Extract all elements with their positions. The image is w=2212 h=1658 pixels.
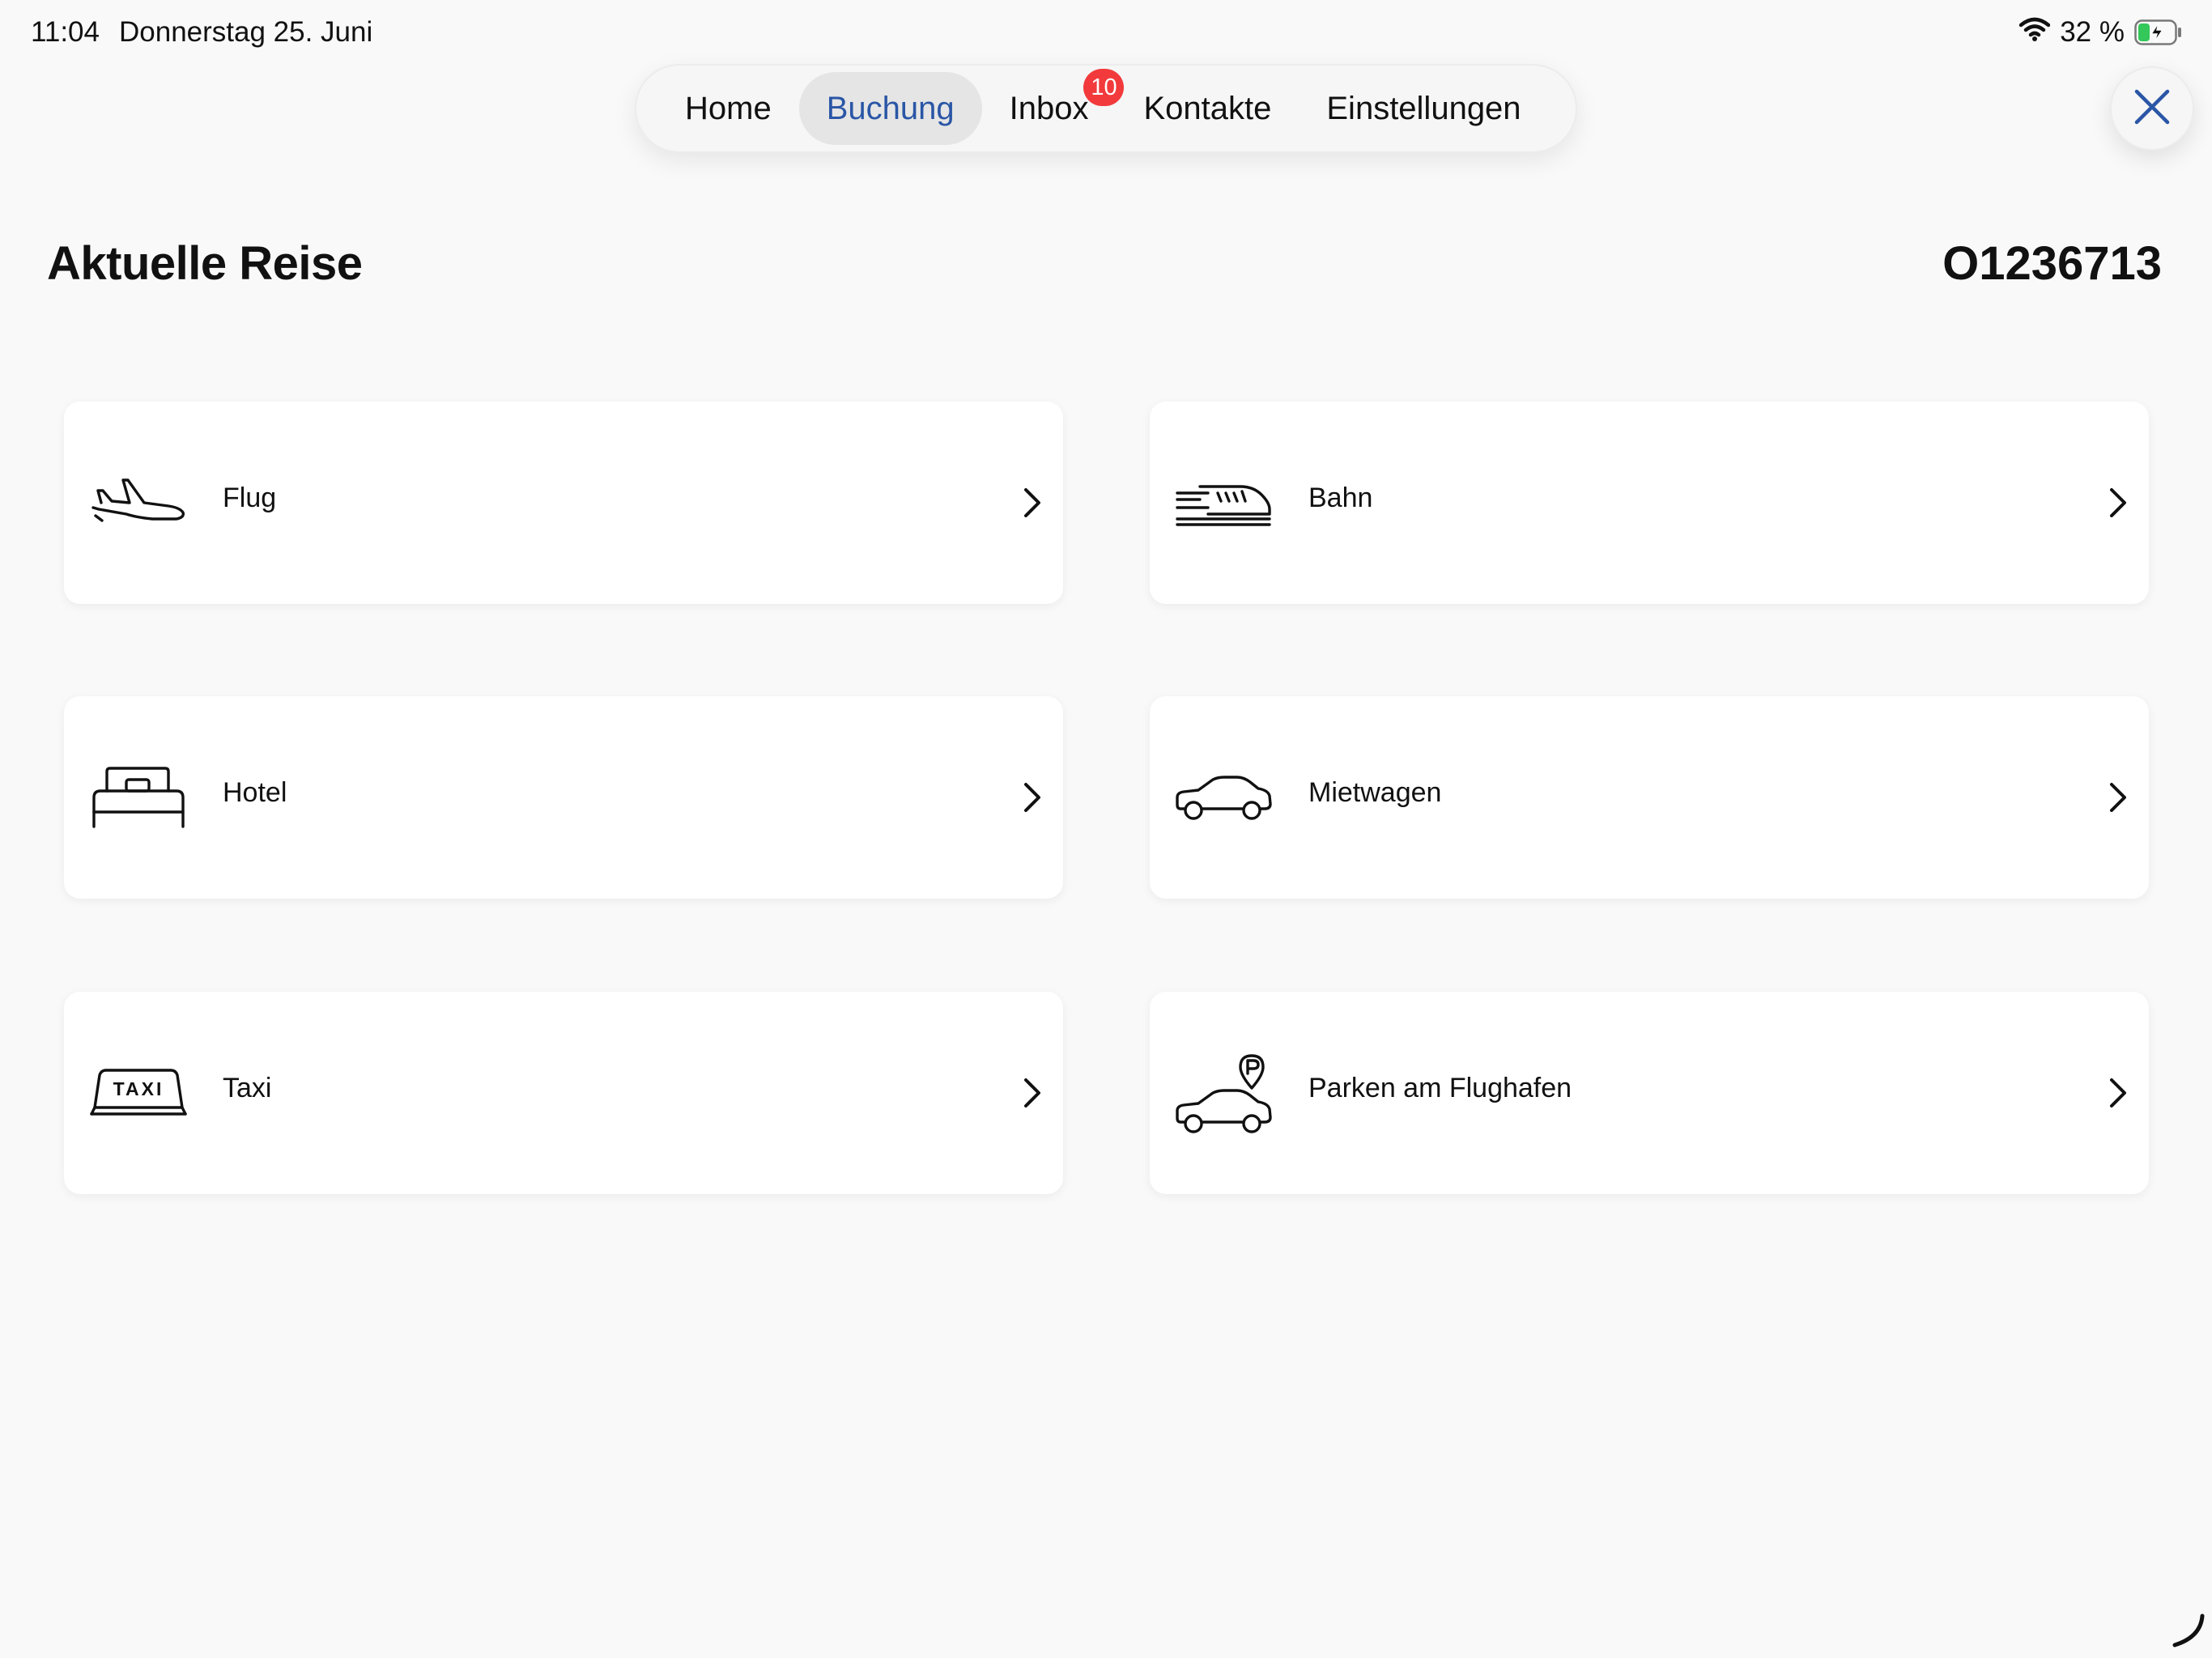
category-label: Mietwagen xyxy=(1308,777,1442,808)
booking-page: 11:04 Donnerstag 25. Juni 32 % Home Buch… xyxy=(0,0,2212,1658)
train-icon xyxy=(1176,454,1273,551)
wifi-icon xyxy=(2018,16,2051,49)
category-label: Parken am Flughafen xyxy=(1308,1073,1572,1103)
taxi-icon: TAXI xyxy=(90,1044,187,1141)
battery-icon xyxy=(2134,19,2183,45)
bed-icon xyxy=(90,749,187,846)
status-bar-left: 11:04 Donnerstag 25. Juni xyxy=(31,15,372,50)
page-title: Aktuelle Reise xyxy=(47,237,363,290)
chevron-right-icon xyxy=(2102,1069,2134,1117)
category-label: Hotel xyxy=(223,777,287,808)
category-label: Bahn xyxy=(1308,483,1373,513)
tab-bar: Home Buchung Inbox 10 Kontakte Einstellu… xyxy=(635,64,1577,153)
close-icon xyxy=(2133,88,2171,130)
chevron-right-icon xyxy=(1016,773,1049,822)
tab-einstellungen-label: Einstellungen xyxy=(1326,90,1521,126)
category-label: Flug xyxy=(223,483,277,513)
parking-car-icon xyxy=(1176,1044,1273,1141)
booking-number: O1236713 xyxy=(1942,237,2162,290)
status-date: Donnerstag 25. Juni xyxy=(119,16,373,48)
tab-einstellungen[interactable]: Einstellungen xyxy=(1299,72,1548,145)
loading-spinner-icon xyxy=(2170,1611,2207,1648)
close-button[interactable] xyxy=(2110,66,2194,151)
airplane-icon xyxy=(90,454,187,551)
category-card-mietwagen[interactable]: Mietwagen xyxy=(1150,696,2149,899)
chevron-right-icon xyxy=(1016,1069,1049,1117)
tab-kontakte-label: Kontakte xyxy=(1143,90,1272,126)
category-card-flug[interactable]: Flug xyxy=(64,402,1063,604)
battery-percent: 32 % xyxy=(2060,16,2125,48)
status-bar-right: 32 % xyxy=(2018,15,2183,50)
status-time: 11:04 xyxy=(31,16,100,48)
tab-buchung-label: Buchung xyxy=(826,90,955,126)
tab-kontakte[interactable]: Kontakte xyxy=(1116,72,1299,145)
category-label: Taxi xyxy=(223,1073,272,1103)
category-card-bahn[interactable]: Bahn xyxy=(1150,402,2149,604)
tab-buchung[interactable]: Buchung xyxy=(798,72,982,145)
chevron-right-icon xyxy=(2102,773,2134,822)
chevron-right-icon xyxy=(1016,478,1049,527)
tab-home-label: Home xyxy=(685,90,772,126)
category-card-hotel[interactable]: Hotel xyxy=(64,696,1063,899)
tab-inbox-label: Inbox xyxy=(1009,90,1089,126)
category-card-parken-am-flughafen[interactable]: Parken am Flughafen xyxy=(1150,992,2149,1194)
category-card-taxi[interactable]: TAXI Taxi xyxy=(64,992,1063,1194)
car-icon xyxy=(1176,749,1273,846)
tab-home[interactable]: Home xyxy=(657,72,799,145)
chevron-right-icon xyxy=(2102,478,2134,527)
tab-inbox[interactable]: Inbox 10 xyxy=(982,69,1125,145)
svg-text:TAXI: TAXI xyxy=(113,1078,164,1099)
